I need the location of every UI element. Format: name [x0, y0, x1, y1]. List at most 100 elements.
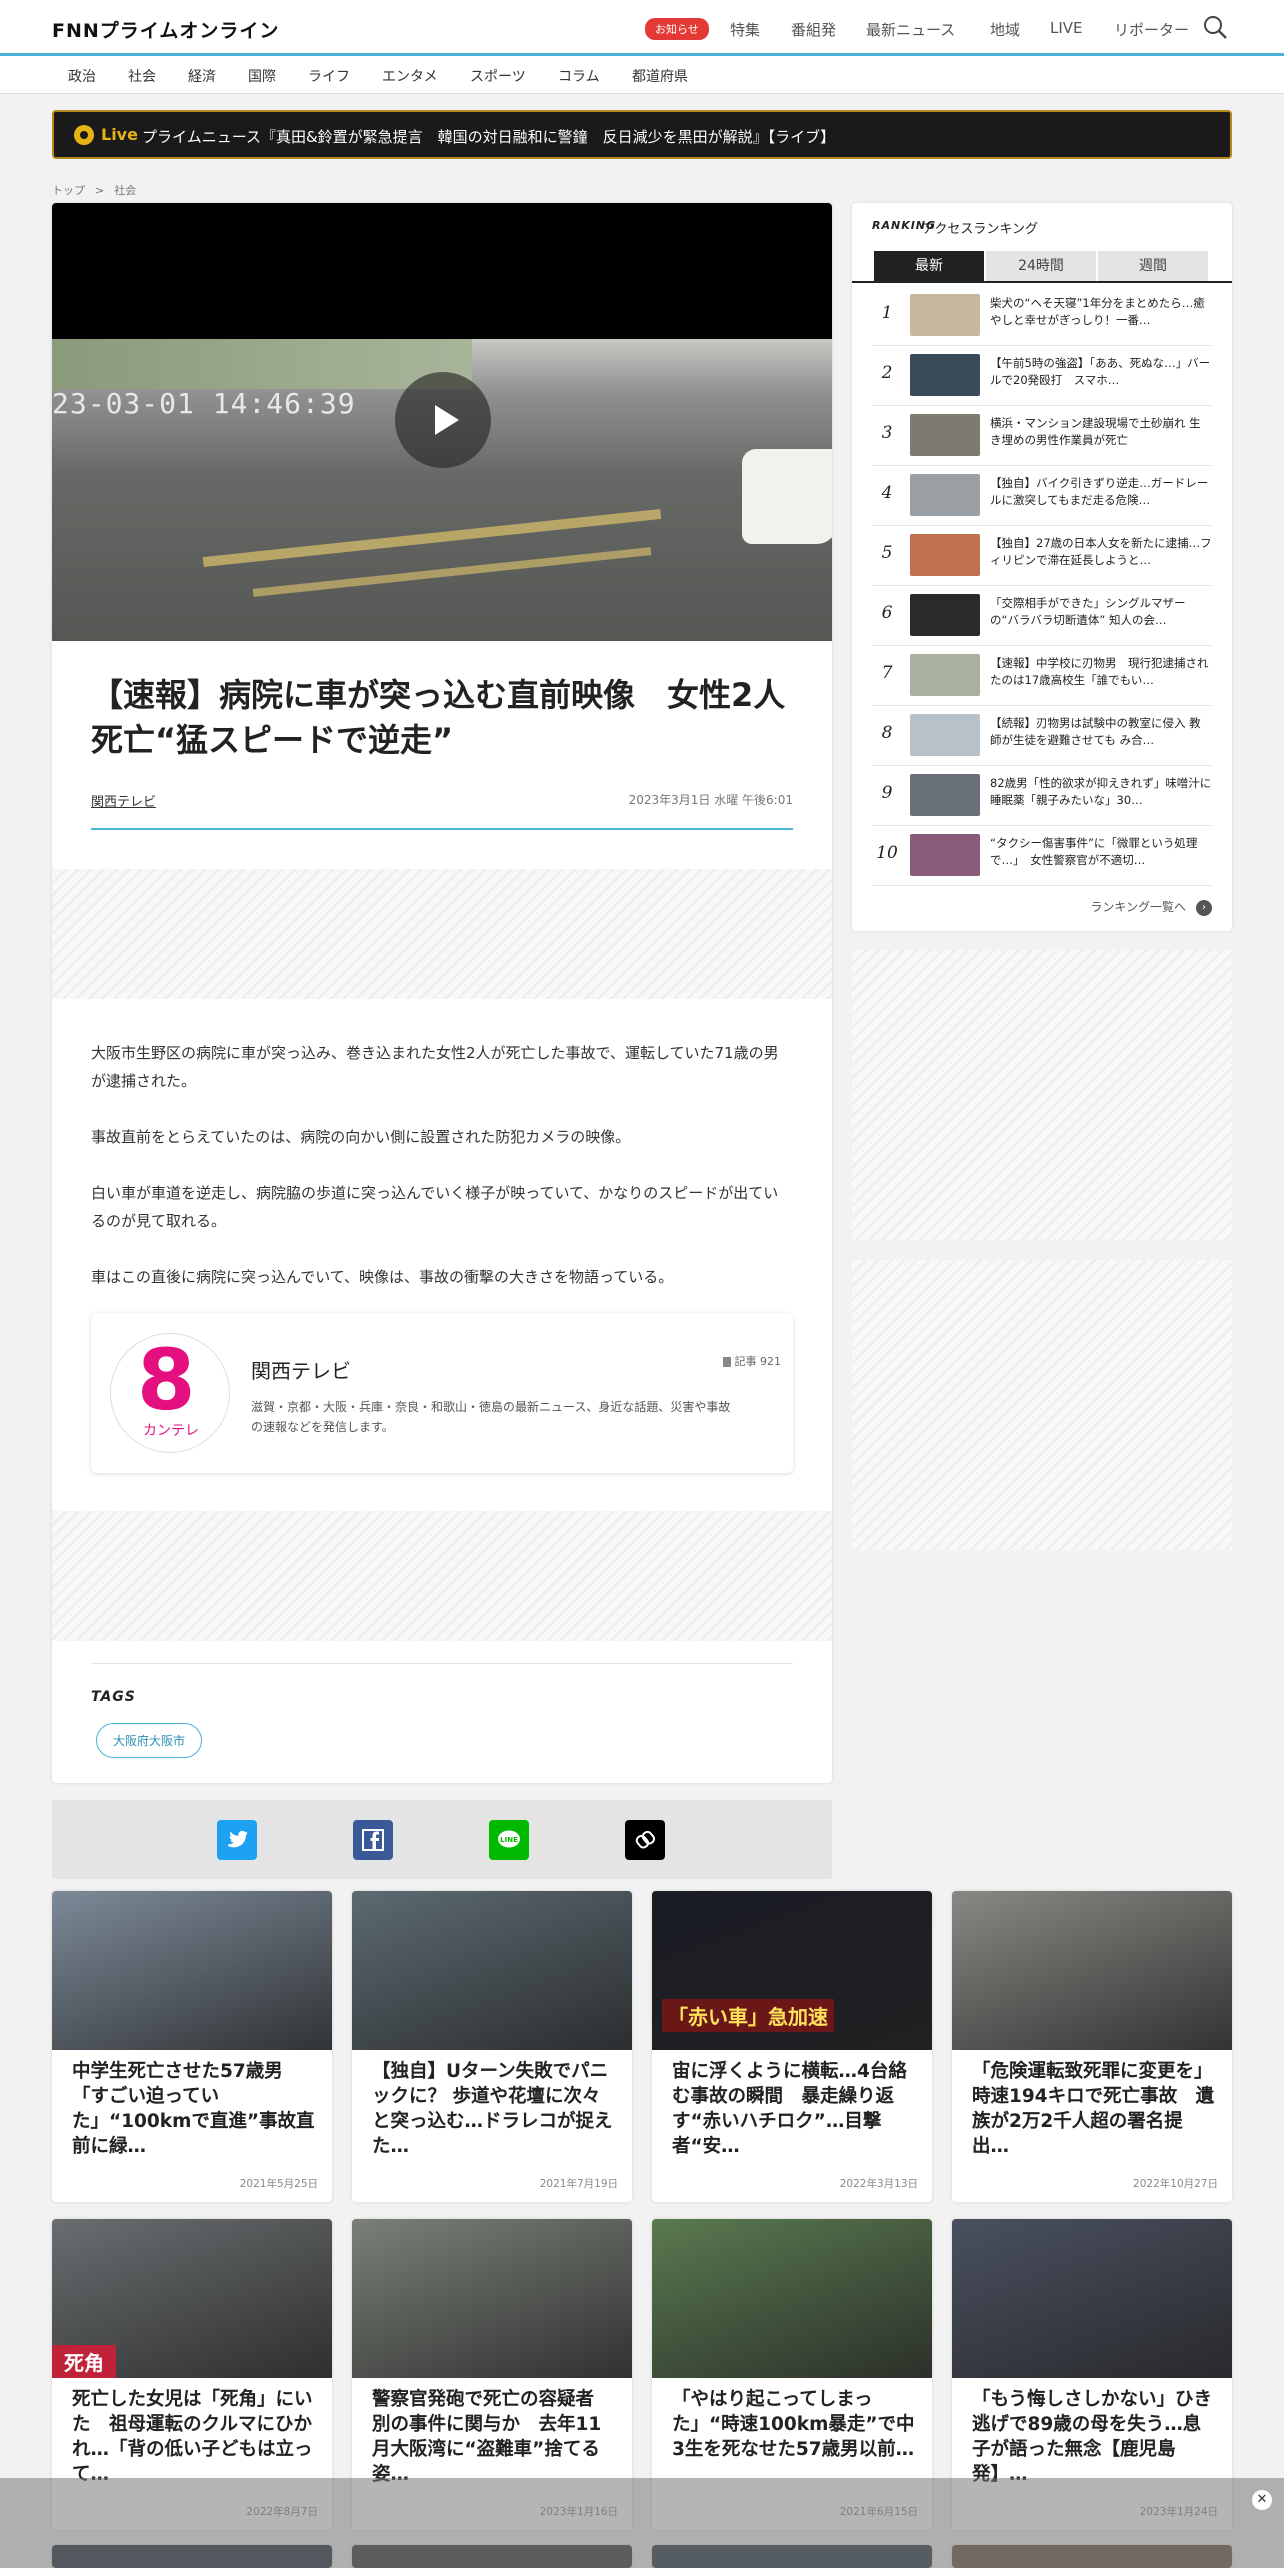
ranking-title: アクセスランキング	[922, 222, 1038, 237]
share-bar: LINE	[52, 1800, 832, 1879]
ranking-headline: 【独自】バイク引きずり逆走…ガードレールに激突してもまだ走る危険…	[990, 476, 1209, 507]
publisher-article-count: 記事 921	[722, 1353, 781, 1369]
nav-region[interactable]: 地域	[990, 19, 1020, 40]
link-icon	[635, 1830, 656, 1849]
live-icon	[74, 125, 94, 145]
ranking-number: 4	[881, 483, 893, 503]
article-title: 【速報】病院に車が突っ込む直前映像 女性2人死亡“猛スピードで逆走”	[91, 676, 786, 759]
line-share-button[interactable]: LINE	[489, 1820, 529, 1860]
cat-international[interactable]: 国際	[248, 66, 276, 86]
ranking-item[interactable]: 8 【続報】刃物男は試験中の教室に侵入 教師が生徒を避難させても み合…	[872, 706, 1212, 766]
twitter-icon	[228, 1830, 248, 1848]
ranking-item[interactable]: 2 【午前5時の強盗】「ああ、死ぬな…」バールで20発殴打 スマホ…	[872, 346, 1212, 406]
ranking-item[interactable]: 7 【速報】中学校に刃物男 現行犯逮捕されたのは17歳高校生「誰でもい…	[872, 646, 1212, 706]
related-card[interactable]: 宙に浮くように横転…4台絡む事故の瞬間 暴走繰り返す“赤いハチロク”…目撃者“安…	[652, 1891, 932, 2202]
ranking-thumbnail	[910, 474, 980, 516]
tag-chip[interactable]: 大阪府大阪市	[96, 1723, 203, 1758]
video-player[interactable]: 23-03-01 14:46:39	[52, 203, 832, 641]
ad-slot	[52, 1511, 832, 1641]
ranking-headline: 【続報】刃物男は試験中の教室に侵入 教師が生徒を避難させても み合…	[990, 716, 1201, 747]
related-card[interactable]: 【独自】Uターン失敗でパニックに？ 歩道や花壇に次々と突っ込む…ドラレコが捉えた…	[352, 1891, 632, 2202]
tab-weekly[interactable]: 週間	[1098, 251, 1208, 281]
ranking-headline: 【速報】中学校に刃物男 現行犯逮捕されたのは17歳高校生「誰でもい…	[990, 656, 1209, 687]
publisher-logo: 8 カンテレ	[110, 1333, 230, 1453]
ranking-thumbnail	[910, 654, 980, 696]
cat-life[interactable]: ライフ	[308, 66, 350, 86]
nav-reporter[interactable]: リポーター	[1114, 19, 1189, 40]
nav-live[interactable]: LIVE	[1050, 19, 1083, 37]
cat-column[interactable]: コラム	[558, 66, 600, 86]
tab-latest[interactable]: 最新	[874, 251, 984, 281]
notice-badge[interactable]: お知らせ	[645, 18, 709, 40]
site-logo[interactable]: FNNプライムオンライン	[52, 16, 279, 43]
ranking-thumbnail	[910, 414, 980, 456]
nav-feature[interactable]: 特集	[730, 19, 760, 40]
article-paragraph: 大阪市生野区の病院に車が突っ込み、巻き込まれた女性2人が死亡した事故で、運転して…	[91, 1044, 779, 1090]
article-card: 23-03-01 14:46:39 【速報】病院に車が突っ込む直前映像 女性2人…	[52, 203, 832, 1783]
article-paragraph: 事故直前をとらえていたのは、病院の向かい側に設置された防犯カメラの映像。	[91, 1128, 631, 1146]
ranking-item[interactable]: 10 “タクシー傷害事件”に「微罪という処理で…」 女性警察官が不適切…	[872, 826, 1212, 886]
ranking-number: 1	[881, 303, 893, 323]
play-icon[interactable]	[395, 372, 491, 468]
search-icon[interactable]	[1202, 14, 1228, 40]
ranking-number: 5	[881, 543, 893, 563]
cat-economy[interactable]: 経済	[188, 66, 216, 86]
cat-politics[interactable]: 政治	[68, 66, 96, 86]
thumbnail-caption: 死角	[52, 2345, 116, 2378]
ad-slot	[852, 950, 1232, 1240]
divider	[91, 1663, 793, 1664]
close-icon[interactable]: ✕	[1252, 2490, 1272, 2510]
related-thumbnail	[352, 2219, 632, 2378]
nav-programs[interactable]: 番組発	[791, 19, 836, 40]
related-date: 2021年5月25日	[239, 2178, 318, 2190]
ranking-panel: RANKING アクセスランキング 最新 24時間 週間 1 柴犬の“ヘそ天寝”1…	[852, 203, 1232, 931]
publisher-name[interactable]: 関西テレビ	[251, 1355, 351, 1384]
ranking-item[interactable]: 6 「交際相手ができた」シングルマザーの“バラバラ切断遺体” 知人の会…	[872, 586, 1212, 646]
publisher-logo-kana: カンテレ	[143, 1423, 199, 1439]
ranking-number: 7	[881, 663, 893, 683]
ranking-item[interactable]: 4 【独自】バイク引きずり逆走…ガードレールに激突してもまだ走る危険…	[872, 466, 1212, 526]
ranking-item[interactable]: 9 82歳男「性的欲求が抑えきれず」味噌汁に睡眠薬「親子みたいな」30…	[872, 766, 1212, 826]
cat-sports[interactable]: スポーツ	[470, 66, 526, 86]
cat-prefectures[interactable]: 都道府県	[632, 66, 688, 86]
ranking-thumbnail	[910, 594, 980, 636]
related-title: 「もう悔しさしかない」ひき逃げで89歳の母を失う…息子が語った無念【鹿児島発】…	[972, 2389, 1212, 2485]
related-title: 【独自】Uターン失敗でパニックに？ 歩道や花壇に次々と突っ込む…ドラレコが捉えた…	[372, 2061, 613, 2157]
copy-link-button[interactable]	[625, 1820, 665, 1860]
ranking-thumbnail	[910, 834, 980, 876]
svg-text:LINE: LINE	[500, 1836, 518, 1844]
ranking-thumbnail	[910, 294, 980, 336]
related-thumbnail	[952, 1891, 1232, 2050]
cat-society[interactable]: 社会	[128, 66, 156, 86]
publisher-logo-mark: 8	[137, 1333, 196, 1429]
ranking-thumbnail	[910, 714, 980, 756]
ad-slot	[52, 869, 832, 999]
ranking-headline: 【独自】27歳の日本人女を新たに逮捕…フィリピンで滞在延長しようと…	[990, 536, 1212, 567]
breadcrumb-society[interactable]: 社会	[114, 184, 136, 197]
ranking-headline: 横浜・マンション建設現場で土砂崩れ 生き埋めの男性作業員が死亡	[990, 416, 1201, 447]
related-title: 死亡した女児は「死角」にいた 祖母運転のクルマにひかれ…「背の低い子どもは立って…	[72, 2389, 313, 2485]
breadcrumb-top[interactable]: トップ	[52, 184, 85, 197]
line-icon: LINE	[498, 1830, 520, 1848]
category-nav: 政治 社会 経済 国際 ライフ エンタメ スポーツ コラム 都道府県	[0, 56, 1284, 94]
breadcrumb-separator: >	[95, 184, 105, 197]
ranking-more-link[interactable]: ランキング一覧へ ›	[1090, 898, 1212, 916]
live-banner[interactable]: Live プライムニュース『真田&鈴置が緊急提言 韓国の対日融和に警鐘 反日減少…	[52, 110, 1232, 159]
video-car	[742, 449, 832, 544]
related-card[interactable]: 中学生死亡させた57歳男「すごい迫っていた」“100kmで直進”事故直前に緑… 2…	[52, 1891, 332, 2202]
tab-24h[interactable]: 24時間	[986, 251, 1096, 281]
ranking-number: 6	[881, 603, 893, 623]
twitter-share-button[interactable]	[217, 1820, 257, 1860]
publisher-card[interactable]: 8 カンテレ 関西テレビ 記事 921 滋賀・京都・大阪・兵庫・奈良・和歌山・徳…	[91, 1313, 793, 1473]
live-headline[interactable]: プライムニュース『真田&鈴置が緊急提言 韓国の対日融和に警鐘 反日減少を黒田が解…	[142, 126, 835, 147]
video-scenery	[52, 339, 472, 389]
facebook-share-button[interactable]	[353, 1820, 393, 1860]
ranking-item[interactable]: 3 横浜・マンション建設現場で土砂崩れ 生き埋めの男性作業員が死亡	[872, 406, 1212, 466]
article-source[interactable]: 関西テレビ	[91, 791, 156, 810]
related-card[interactable]: 「危険運転致死罪に変更を」時速194キロで死亡事故 遺族が2万2千人超の署名提出…	[952, 1891, 1232, 2202]
related-date: 2022年10月27日	[1133, 2178, 1218, 2190]
nav-latest-news[interactable]: 最新ニュース	[866, 19, 955, 40]
cat-entertainment[interactable]: エンタメ	[382, 66, 438, 86]
ranking-item[interactable]: 1 柴犬の“ヘそ天寝”1年分をまとめたら…癒やしと幸せがぎっしり！一番…	[872, 286, 1212, 346]
ranking-item[interactable]: 5 【独自】27歳の日本人女を新たに逮捕…フィリピンで滞在延長しようと…	[872, 526, 1212, 586]
